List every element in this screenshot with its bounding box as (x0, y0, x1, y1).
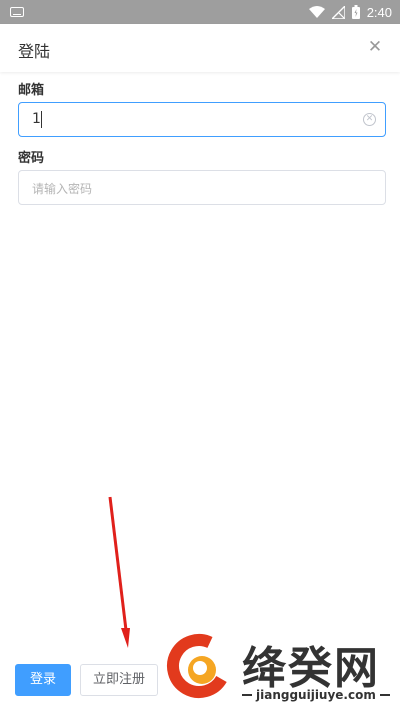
watermark: 绛癸网 jiangguijiuye.com (158, 624, 400, 712)
battery-icon (351, 5, 360, 19)
watermark-url: jiangguijiuye.com (242, 688, 390, 702)
signal-off-icon (331, 5, 345, 19)
email-field[interactable]: 1 ✕ (18, 102, 386, 137)
email-value: 1 (32, 111, 41, 127)
close-icon[interactable]: ✕ (364, 36, 386, 58)
wifi-icon (308, 6, 325, 18)
text-caret (41, 111, 42, 128)
password-label: 密码 (18, 151, 45, 166)
register-button[interactable]: 立即注册 (80, 664, 158, 696)
clear-input-icon[interactable]: ✕ (363, 113, 376, 126)
clock: 2:40 (366, 4, 392, 20)
page-title: 登陆 (18, 42, 51, 61)
status-icons: 2:40 (308, 0, 392, 24)
status-bar: 2:40 (0, 0, 400, 24)
password-placeholder: 请输入密码 (32, 182, 93, 196)
login-button[interactable]: 登录 (15, 664, 71, 696)
keyboard-icon (10, 7, 24, 17)
dialog-header: 登陆 ✕ (0, 24, 400, 72)
email-label: 邮箱 (18, 83, 45, 98)
watermark-name: 绛癸网 (242, 643, 380, 694)
password-field[interactable]: 请输入密码 (18, 170, 386, 205)
watermark-logo (167, 634, 231, 698)
